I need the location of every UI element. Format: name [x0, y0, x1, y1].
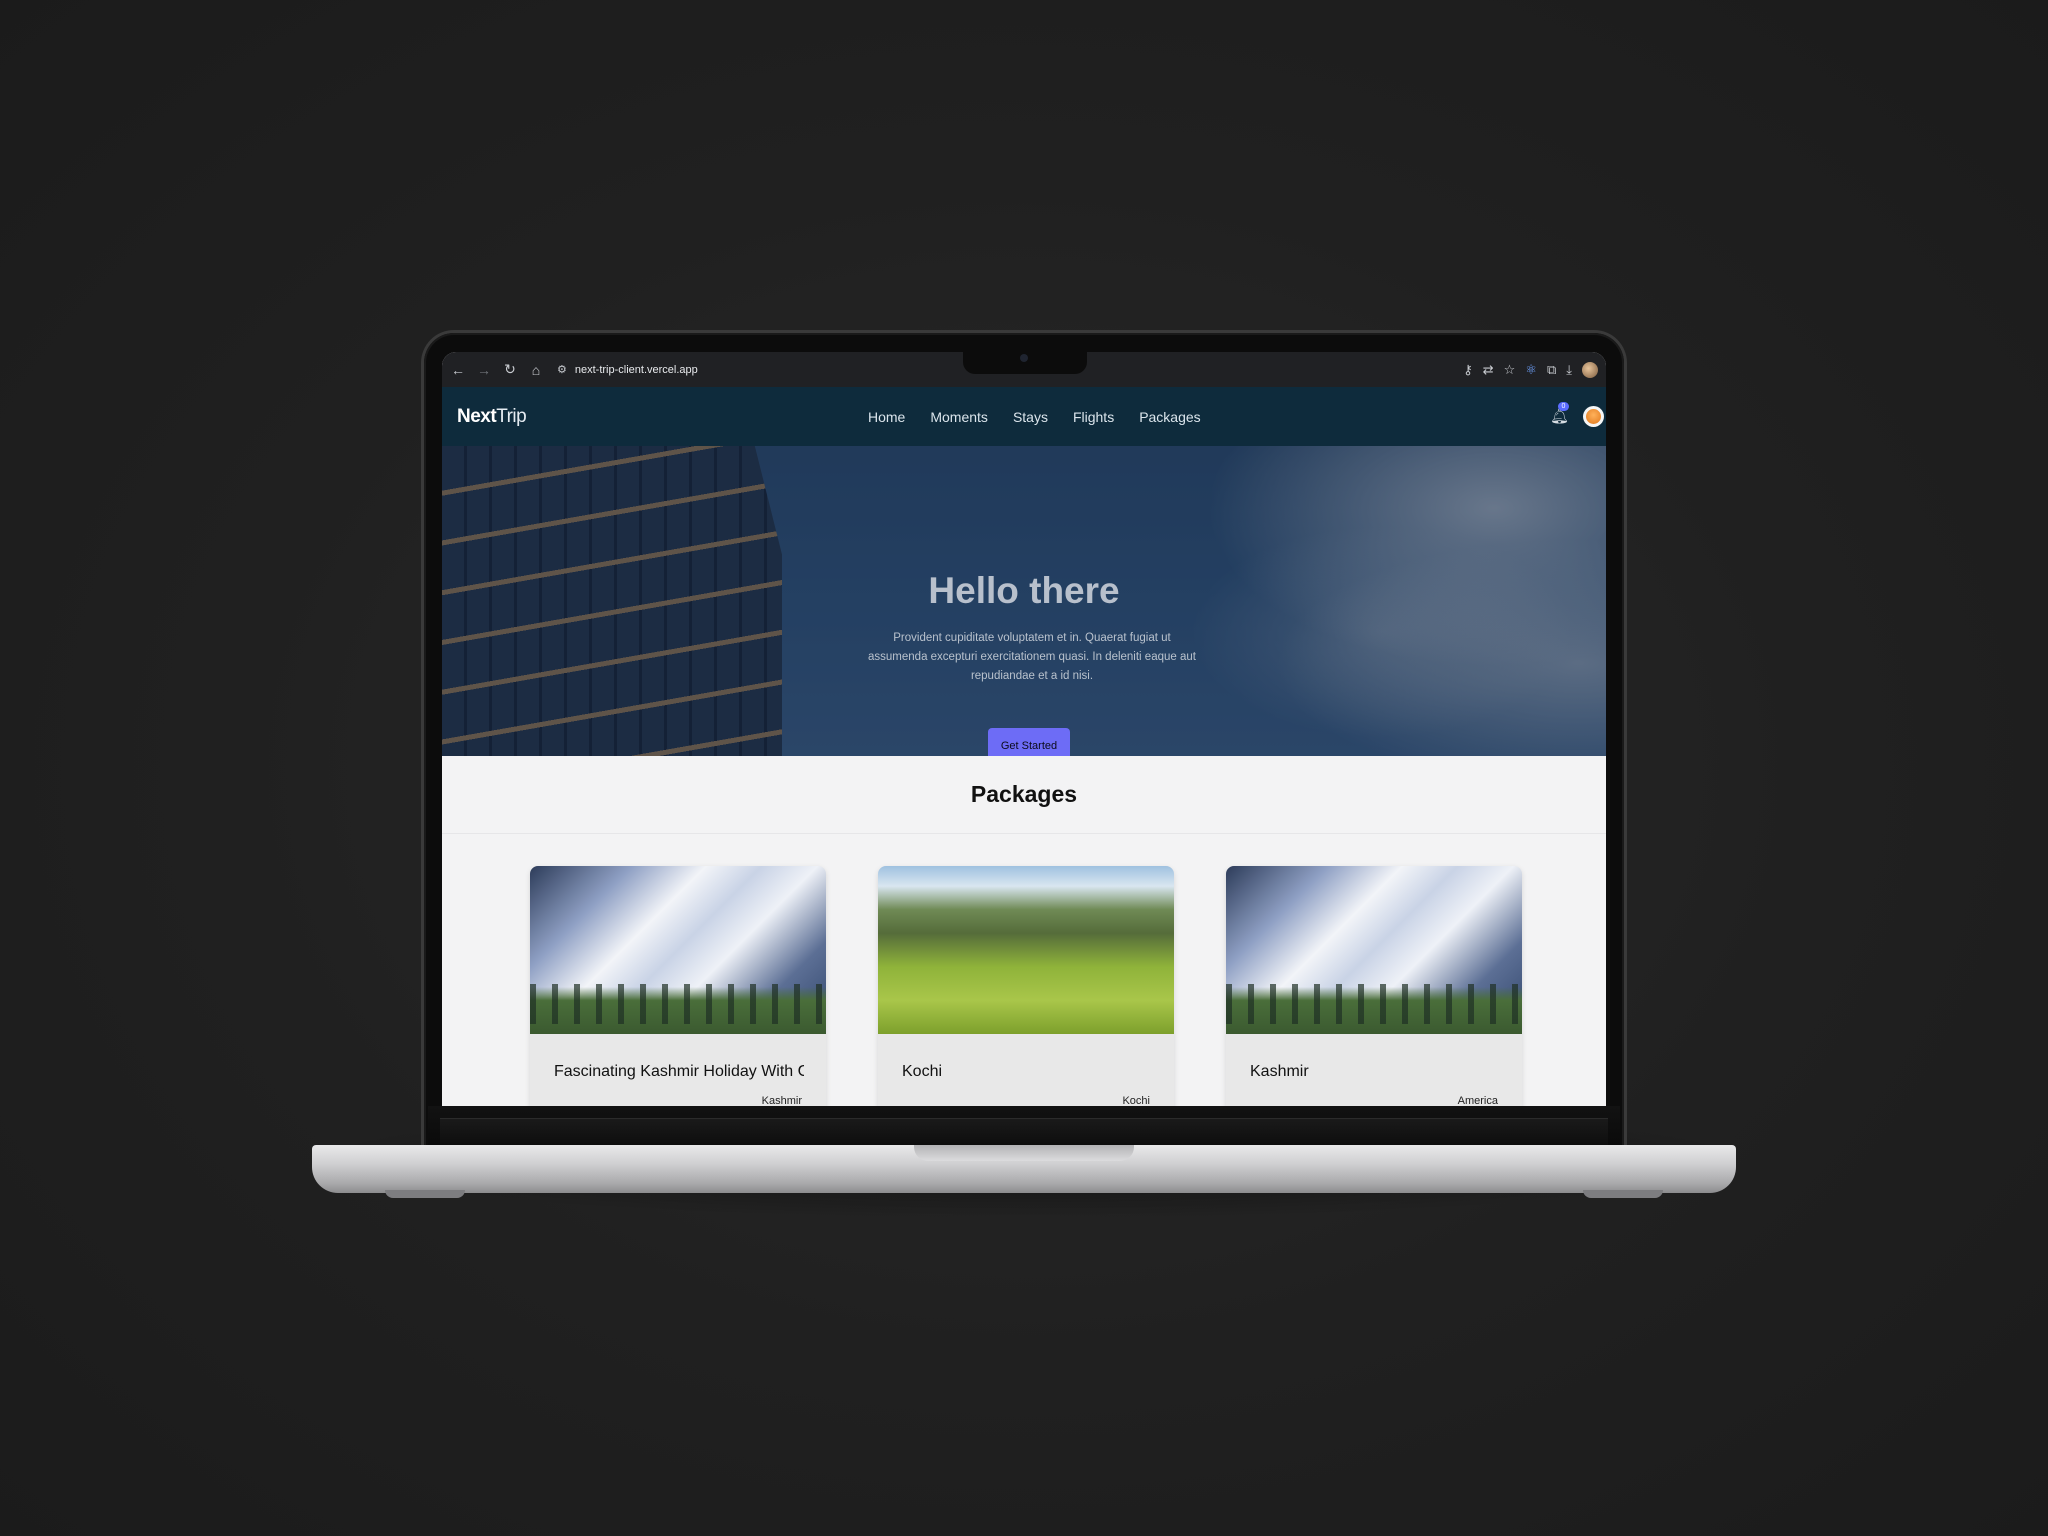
laptop-foot-right	[1583, 1190, 1663, 1198]
laptop-screen: ← → ↻ ⌂ ⚙ next-trip-client.vercel.app ⚷ …	[442, 352, 1606, 1106]
package-title: Fascinating Kashmir Holiday With G	[554, 1063, 804, 1080]
site-info-icon[interactable]: ⚙	[557, 363, 567, 376]
packages-heading: Packages	[970, 781, 1078, 807]
package-card[interactable]: Fascinating Kashmir Holiday With G Kashm…	[530, 866, 826, 1106]
notification-badge: 0	[1558, 402, 1569, 411]
package-image	[878, 866, 1174, 1034]
home-icon[interactable]: ⌂	[523, 362, 549, 378]
extensions-puzzle-icon[interactable]: ⧉	[1547, 362, 1556, 378]
package-location: Kashmir	[761, 1095, 802, 1106]
back-icon[interactable]: ←	[445, 362, 471, 378]
reload-icon[interactable]: ↻	[497, 361, 523, 378]
url-text: next-trip-client.vercel.app	[574, 363, 698, 376]
user-avatar[interactable]	[1583, 406, 1604, 427]
hero-title: Hello there	[928, 570, 1120, 611]
logo-light-text: Trip	[496, 405, 527, 427]
bookmark-star-icon[interactable]: ☆	[1504, 362, 1516, 378]
main-menu: Home Moments Stays Flights Packages	[868, 409, 1201, 425]
profile-avatar[interactable]	[1582, 361, 1598, 378]
logo-bold-text: Next	[457, 405, 497, 427]
package-image	[530, 866, 826, 1034]
nav-moments[interactable]: Moments	[930, 409, 988, 425]
extension-react-icon[interactable]: ⚛	[1525, 362, 1537, 378]
laptop-opening-notch	[914, 1145, 1134, 1161]
hero-description: Provident cupiditate voluptatem et in. Q…	[868, 632, 1196, 682]
nexttrip-logo[interactable]: NextTrip	[457, 405, 527, 428]
package-card[interactable]: Kochi Kochi	[878, 866, 1174, 1106]
translate-icon[interactable]: ⇄	[1483, 362, 1494, 378]
package-title: Kochi	[902, 1063, 943, 1080]
nav-packages[interactable]: Packages	[1139, 409, 1200, 425]
user-avatar-image	[1586, 409, 1601, 424]
package-image	[1226, 866, 1522, 1034]
nav-stays[interactable]: Stays	[1013, 409, 1048, 425]
nav-home[interactable]: Home	[868, 409, 905, 425]
package-card[interactable]: Kashmir America	[1226, 866, 1522, 1106]
package-title: Kashmir	[1250, 1063, 1309, 1080]
download-icon[interactable]: ⤓	[1566, 362, 1572, 378]
package-location: Kochi	[1122, 1095, 1150, 1106]
section-divider	[442, 833, 1606, 834]
package-location: America	[1457, 1095, 1498, 1106]
forward-icon[interactable]: →	[471, 362, 497, 378]
laptop-hinge	[440, 1118, 1608, 1147]
webcam	[1020, 354, 1028, 362]
site-navbar: NextTrip Home Moments Stays Flights Pack…	[442, 387, 1606, 446]
toolbar-actions: ⚷ ⇄ ☆ ⚛ ⧉ ⤓	[1463, 352, 1598, 387]
get-started-button[interactable]: Get Started	[988, 728, 1070, 756]
password-key-icon[interactable]: ⚷	[1463, 362, 1473, 378]
nav-flights[interactable]: Flights	[1073, 409, 1114, 425]
hero-banner: Hello there Provident cupiditate volupta…	[442, 446, 1606, 756]
laptop-foot-left	[385, 1190, 465, 1198]
